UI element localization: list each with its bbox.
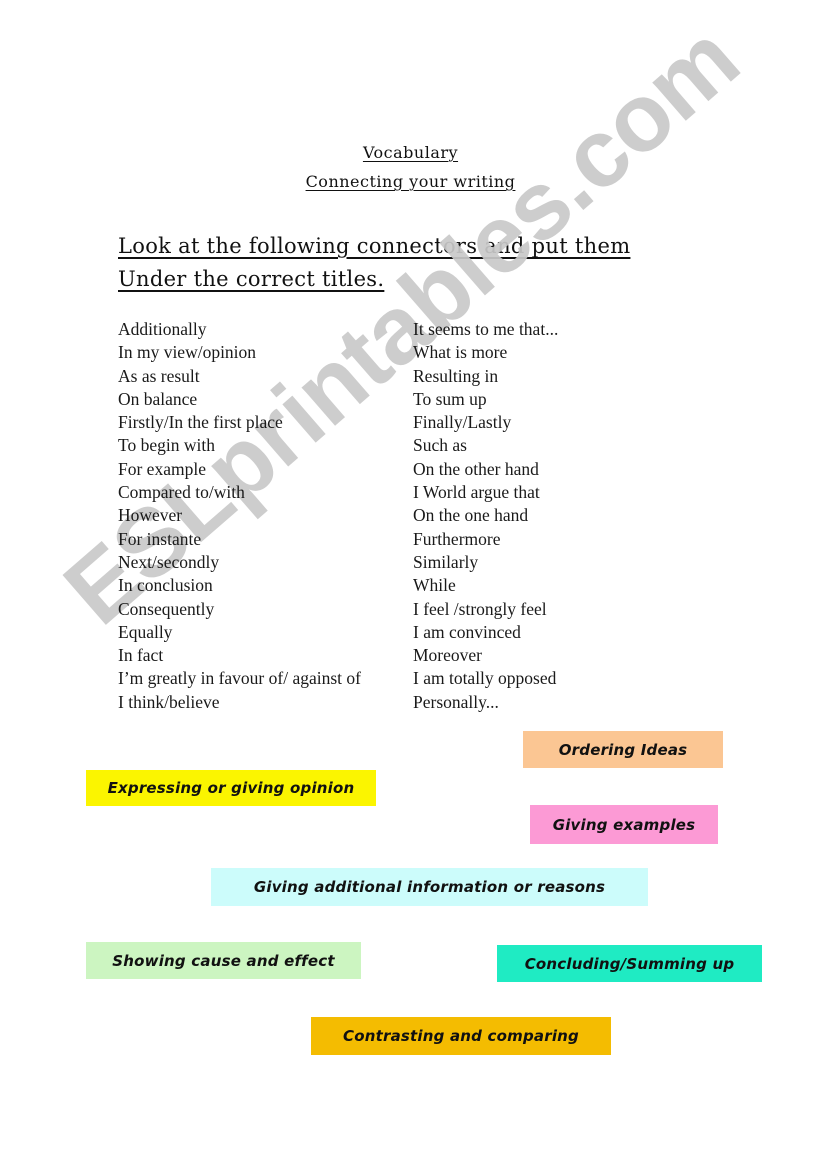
connector-item: I World argue that	[413, 482, 540, 503]
connector-item: Similarly	[413, 551, 479, 572]
connector-item: Furthermore	[413, 528, 501, 549]
category-box[interactable]: Ordering Ideas	[523, 731, 723, 768]
category-box-label: Contrasting and comparing	[343, 1027, 579, 1045]
connector-item: In conclusion	[118, 575, 213, 596]
connector-item: On the other hand	[413, 458, 539, 479]
connector-item: As as result	[118, 365, 200, 386]
connector-item: However	[118, 505, 183, 526]
instruction-text: Look at the following connectors and put…	[118, 234, 631, 291]
worksheet-page: ESLprintables.com Vocabulary Connecting …	[0, 0, 821, 1169]
instruction-heading: Look at the following connectors and put…	[118, 230, 698, 296]
connector-item: On balance	[118, 388, 198, 409]
connector-item: For instante	[118, 528, 202, 549]
page-subtitle: Connecting your writing	[0, 172, 821, 191]
category-box[interactable]: Giving additional information or reasons	[211, 868, 648, 906]
page-subtitle-text: Connecting your writing	[305, 172, 516, 191]
category-box[interactable]: Expressing or giving opinion	[86, 770, 376, 806]
connector-item: Compared to/with	[118, 482, 245, 503]
category-box[interactable]: Contrasting and comparing	[311, 1017, 611, 1055]
category-box[interactable]: Concluding/Summing up	[497, 945, 762, 982]
category-box-label: Giving additional information or reasons	[253, 878, 606, 896]
connector-item: I think/believe	[118, 691, 220, 712]
connector-item: Such as	[413, 435, 467, 456]
connector-item: What is more	[413, 342, 508, 363]
page-title: Vocabulary	[0, 143, 821, 162]
category-box[interactable]: Giving examples	[530, 805, 718, 844]
connector-item: I am totally opposed	[413, 668, 557, 689]
connector-item: In fact	[118, 645, 164, 666]
connector-item: Next/secondly	[118, 551, 220, 572]
connector-item: To sum up	[413, 388, 487, 409]
category-box[interactable]: Showing cause and effect	[86, 942, 361, 979]
connector-item: Firstly/In the first place	[118, 412, 283, 433]
connector-item: Consequently	[118, 598, 215, 619]
connector-item: Personally...	[413, 691, 499, 712]
connector-column-left: Additionally In my view/opinion As as resu…	[118, 318, 418, 714]
connector-item: I feel /strongly feel	[413, 598, 547, 619]
category-box-label: Ordering Ideas	[558, 740, 688, 759]
category-box-label: Showing cause and effect	[112, 951, 335, 970]
connector-item: Additionally	[118, 319, 207, 339]
connector-item: Equally	[118, 621, 173, 642]
connector-item: For example	[118, 458, 206, 479]
connector-item: In my view/opinion	[118, 342, 257, 363]
connector-column-right: It seems to me that... What is more Result…	[413, 318, 713, 714]
connector-item: Resulting in	[413, 365, 499, 386]
connector-item: I’m greatly in favour of/ against of	[118, 668, 361, 689]
category-box-label: Giving examples	[552, 815, 696, 834]
connector-item: On the one hand	[413, 505, 529, 526]
category-box-label: Expressing or giving opinion	[107, 779, 355, 797]
connector-item: I am convinced	[413, 621, 521, 642]
connector-item: Moreover	[413, 645, 483, 666]
connector-item: While	[413, 575, 456, 596]
connector-item: It seems to me that...	[413, 319, 559, 339]
connector-item: To begin with	[118, 435, 215, 456]
category-box-label: Concluding/Summing up	[524, 954, 735, 973]
page-title-text: Vocabulary	[362, 143, 459, 162]
connector-item: Finally/Lastly	[413, 412, 512, 433]
